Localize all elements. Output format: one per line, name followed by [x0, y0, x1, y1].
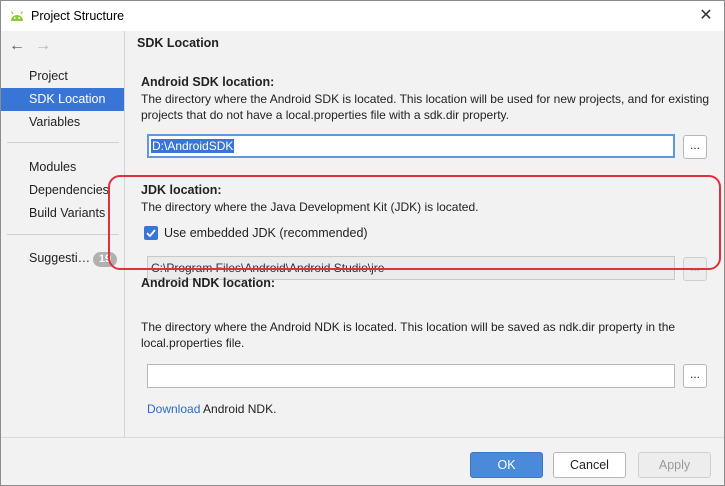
cancel-button[interactable]: Cancel [553, 452, 626, 478]
sdk-location-panel: SDK Location Android SDK location: The d… [108, 31, 724, 437]
sdk-browse-button[interactable]: ... [683, 135, 707, 159]
sidebar-divider [7, 142, 119, 143]
ndk-download-row: Download Android NDK. [147, 401, 276, 418]
close-icon[interactable]: ✕ [694, 5, 718, 27]
download-ndk-link[interactable]: Download [147, 402, 200, 416]
checkmark-icon [146, 229, 156, 238]
download-ndk-suffix: Android NDK. [200, 402, 277, 416]
sdk-location-description-line2: projects that do not have a local.proper… [141, 108, 509, 122]
back-arrow-icon[interactable]: ← [9, 37, 25, 55]
sdk-location-heading: Android SDK location: [141, 75, 275, 89]
sidebar-item-modules[interactable]: Modules [1, 156, 124, 179]
ndk-location-heading: Android NDK location: [141, 276, 276, 290]
sdk-path-input[interactable]: D:\AndroidSDK [147, 134, 675, 158]
title-bar: Project Structure ✕ [1, 1, 724, 31]
dialog-footer: OK Cancel Apply [1, 437, 724, 485]
forward-arrow-icon[interactable]: → [35, 37, 51, 55]
sdk-path-value: D:\AndroidSDK [151, 139, 235, 153]
sdk-location-description-line1: The directory where the Android SDK is l… [141, 92, 710, 106]
project-structure-dialog: Project Structure ✕ ← → Project SDK Loca… [0, 0, 725, 486]
suggestions-count-badge: 19 [93, 252, 117, 267]
android-icon [10, 11, 24, 21]
apply-button: Apply [638, 452, 711, 478]
ok-button[interactable]: OK [470, 452, 543, 478]
sidebar-item-suggestions[interactable]: Suggesti… 19 [1, 247, 124, 270]
sidebar-item-variables[interactable]: Variables [1, 111, 124, 134]
sidebar: ← → Project SDK Location Variables Modul… [1, 31, 125, 437]
jdk-location-description: The directory where the Java Development… [141, 200, 479, 214]
sidebar-item-sdk-location[interactable]: SDK Location [1, 88, 124, 111]
ndk-location-description-line2: local.properties file. [141, 336, 245, 350]
sidebar-item-project[interactable]: Project [1, 65, 124, 88]
use-embedded-jdk-label[interactable]: Use embedded JDK (recommended) [164, 226, 368, 240]
page-title: SDK Location [137, 36, 219, 50]
sidebar-divider [7, 234, 119, 235]
use-embedded-jdk-checkbox[interactable] [144, 226, 158, 240]
jdk-browse-button: ... [683, 257, 707, 281]
ndk-location-description-line1: The directory where the Android NDK is l… [141, 320, 676, 334]
sidebar-item-dependencies[interactable]: Dependencies [1, 179, 124, 202]
nav-arrows: ← → [9, 37, 51, 55]
ndk-path-input[interactable] [147, 364, 675, 388]
sidebar-item-label: Suggesti… [29, 251, 91, 265]
window-title: Project Structure [31, 9, 125, 23]
jdk-location-heading: JDK location: [141, 183, 222, 197]
ndk-browse-button[interactable]: ... [683, 364, 707, 388]
sidebar-item-build-variants[interactable]: Build Variants [1, 202, 124, 225]
